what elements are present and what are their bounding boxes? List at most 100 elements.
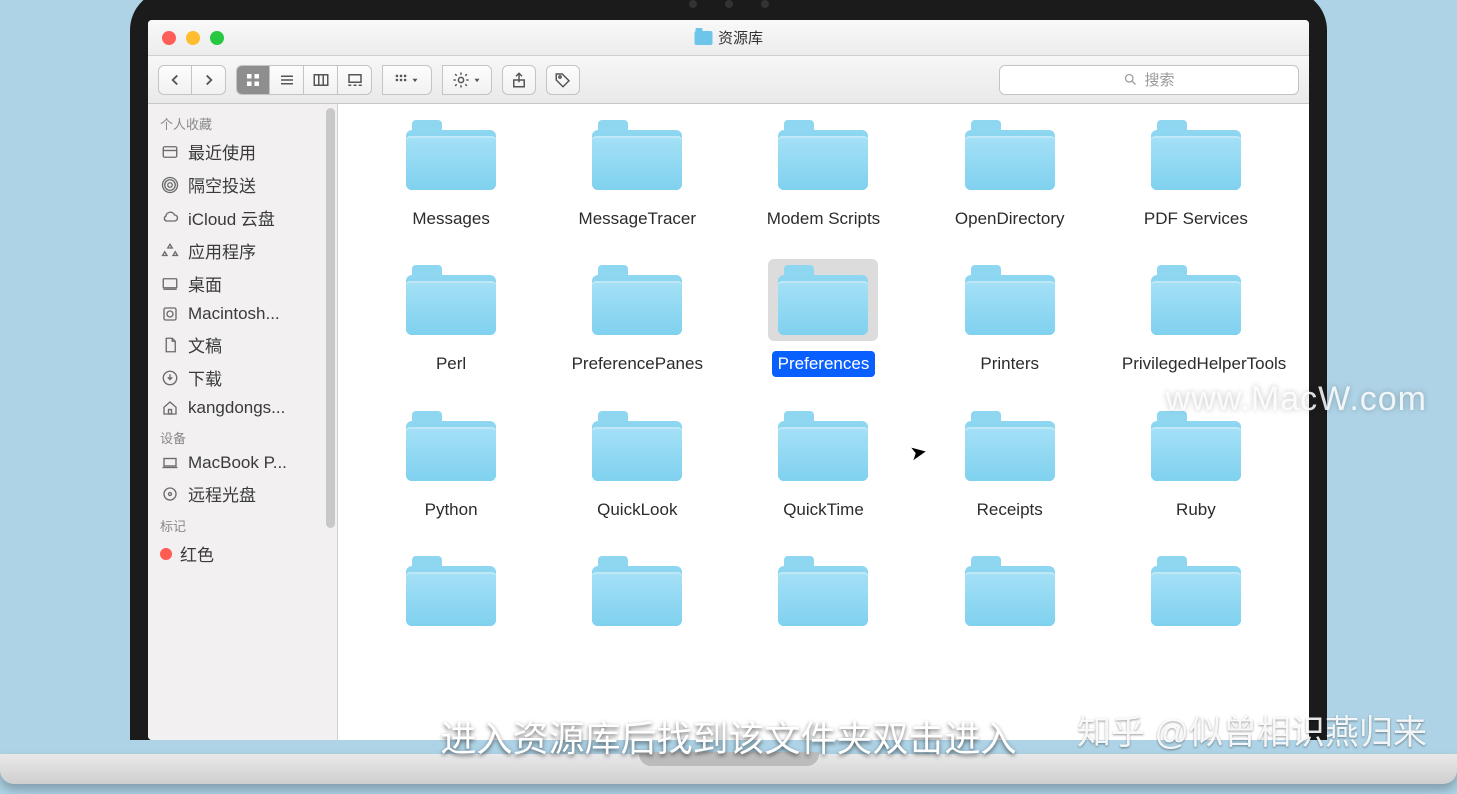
icon-view-button[interactable] — [236, 65, 270, 95]
sidebar-header-devices: 设备 — [148, 422, 337, 449]
sidebar-header-tags: 标记 — [148, 510, 337, 537]
caption-text: 进入资源库后找到该文件夹双击进入 — [440, 710, 1016, 762]
screen: 资源库 搜索 — [148, 20, 1309, 740]
sidebar-item-label: 最近使用 — [188, 139, 256, 164]
sidebar-scrollbar[interactable] — [326, 108, 335, 528]
folder-icon — [965, 556, 1055, 626]
folder-label: OpenDirectory — [949, 206, 1071, 231]
folder-item[interactable]: QuickLook — [554, 405, 720, 522]
tags-button[interactable] — [546, 65, 580, 95]
sidebar-item[interactable]: 桌面 — [148, 267, 337, 300]
sidebar-item[interactable]: Macintosh... — [148, 300, 337, 328]
folder-label: PrivilegedHelperTools — [1116, 351, 1276, 376]
sidebar-item[interactable]: 下载 — [148, 361, 337, 394]
folder-icon — [592, 411, 682, 481]
folder-label: QuickLook — [591, 497, 683, 522]
folder-label: Messages — [406, 206, 495, 231]
sidebar-item[interactable]: 隔空投送 — [148, 168, 337, 201]
folder-item[interactable]: OpenDirectory — [927, 114, 1093, 231]
folder-icon — [406, 120, 496, 190]
search-input[interactable]: 搜索 — [999, 65, 1299, 95]
folder-label — [445, 642, 457, 646]
gallery-view-button[interactable] — [338, 65, 372, 95]
sidebar-item[interactable]: iCloud 云盘 — [148, 201, 337, 234]
folder-item[interactable] — [740, 550, 906, 646]
folder-icon — [965, 265, 1055, 335]
sidebar-item-label: MacBook P... — [188, 453, 287, 473]
folder-label: QuickTime — [777, 497, 870, 522]
folder-label: MessageTracer — [573, 206, 702, 231]
minimize-button[interactable] — [186, 31, 200, 45]
folder-label: Ruby — [1170, 497, 1222, 522]
folder-item[interactable]: Modem Scripts — [740, 114, 906, 231]
close-button[interactable] — [162, 31, 176, 45]
sidebar-item[interactable]: 文稿 — [148, 328, 337, 361]
window-title: 资源库 — [694, 27, 763, 48]
folder-icon — [778, 265, 868, 335]
folder-item[interactable]: PrivilegedHelperTools — [1113, 259, 1279, 376]
search-placeholder: 搜索 — [1144, 69, 1174, 90]
sidebar-item-label: 应用程序 — [188, 238, 256, 263]
forward-button[interactable] — [192, 65, 226, 95]
sidebar-item[interactable]: kangdongs... — [148, 394, 337, 422]
folder-item[interactable] — [1113, 550, 1279, 646]
group-button-group — [382, 65, 432, 95]
folder-item[interactable]: Preferences — [740, 259, 906, 376]
laptop-icon — [160, 453, 180, 473]
sidebar-item-label: 红色 — [180, 541, 214, 566]
folder-item[interactable]: PreferencePanes — [554, 259, 720, 376]
sidebar-item[interactable]: 远程光盘 — [148, 477, 337, 510]
folder-icon — [406, 265, 496, 335]
column-view-button[interactable] — [304, 65, 338, 95]
folder-item[interactable] — [927, 550, 1093, 646]
folder-icon — [592, 120, 682, 190]
folder-label: Preferences — [772, 351, 876, 376]
camera-bar — [689, 0, 769, 8]
folder-icon — [1151, 411, 1241, 481]
folder-label — [817, 642, 829, 646]
folder-label: PreferencePanes — [566, 351, 709, 376]
airdrop-icon — [160, 175, 180, 195]
folder-item[interactable] — [554, 550, 720, 646]
share-button[interactable] — [502, 65, 536, 95]
maximize-button[interactable] — [210, 31, 224, 45]
sidebar-item[interactable]: 最近使用 — [148, 135, 337, 168]
sidebar-tag-item[interactable]: 红色 — [148, 537, 337, 570]
folder-label: PDF Services — [1138, 206, 1254, 231]
download-icon — [160, 368, 180, 388]
folder-icon — [1151, 120, 1241, 190]
folder-item[interactable]: PDF Services — [1113, 114, 1279, 231]
folder-item[interactable]: MessageTracer — [554, 114, 720, 231]
folder-item[interactable]: Ruby — [1113, 405, 1279, 522]
folder-icon — [965, 411, 1055, 481]
folder-icon — [592, 556, 682, 626]
group-by-button[interactable] — [382, 65, 432, 95]
tag-dot-icon — [160, 548, 172, 560]
folder-item[interactable]: Messages — [368, 114, 534, 231]
folder-icon — [406, 556, 496, 626]
watermark-zhihu: 知乎 @似曾相识燕归来 — [1077, 705, 1427, 754]
folder-item[interactable] — [368, 550, 534, 646]
folder-item[interactable]: Perl — [368, 259, 534, 376]
nav-buttons — [158, 65, 226, 95]
folder-icon — [778, 556, 868, 626]
action-button[interactable] — [442, 65, 492, 95]
folder-item[interactable]: Printers — [927, 259, 1093, 376]
folder-icon — [406, 411, 496, 481]
disc-icon — [160, 484, 180, 504]
hdd-icon — [160, 304, 180, 324]
view-buttons — [236, 65, 372, 95]
sidebar-item[interactable]: 应用程序 — [148, 234, 337, 267]
folder-item[interactable]: QuickTime — [740, 405, 906, 522]
folder-item[interactable]: Python — [368, 405, 534, 522]
folder-icon — [1151, 265, 1241, 335]
folder-label: Printers — [974, 351, 1045, 376]
sidebar-item[interactable]: MacBook P... — [148, 449, 337, 477]
folder-item[interactable]: Receipts — [927, 405, 1093, 522]
watermark-macw: www.MacW.com — [1166, 380, 1427, 419]
content-area[interactable]: Messages MessageTracer Modem Scripts OpenDi… — [338, 104, 1309, 740]
laptop-frame: 资源库 搜索 — [130, 0, 1327, 740]
list-view-button[interactable] — [270, 65, 304, 95]
folder-label: Receipts — [971, 497, 1049, 522]
back-button[interactable] — [158, 65, 192, 95]
